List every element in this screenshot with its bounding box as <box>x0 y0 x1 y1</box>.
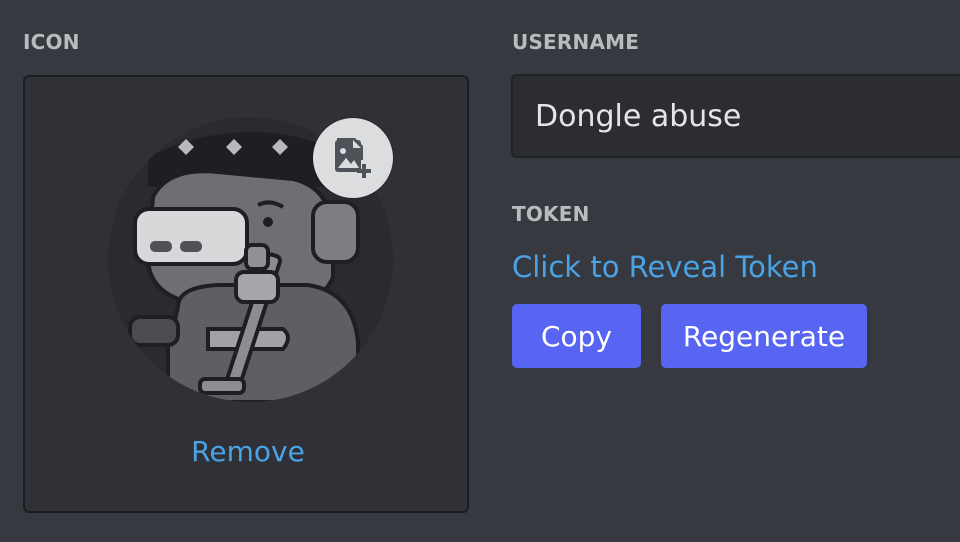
username-section-label: USERNAME <box>512 30 640 54</box>
remove-icon-link[interactable]: Remove <box>25 435 471 468</box>
bot-settings-panel: ICON Remove USERNAME Dongle abuse TOKEN … <box>0 0 960 542</box>
copy-token-button[interactable]: Copy <box>512 304 641 368</box>
regenerate-token-button[interactable]: Regenerate <box>661 304 867 368</box>
username-input[interactable] <box>511 74 960 158</box>
upload-image-button[interactable] <box>313 118 393 198</box>
icon-upload-area[interactable]: Remove <box>23 75 469 513</box>
reveal-token-link[interactable]: Click to Reveal Token <box>512 250 818 284</box>
token-section-label: TOKEN <box>512 202 590 226</box>
icon-section-label: ICON <box>23 30 80 54</box>
image-plus-icon <box>335 138 371 178</box>
